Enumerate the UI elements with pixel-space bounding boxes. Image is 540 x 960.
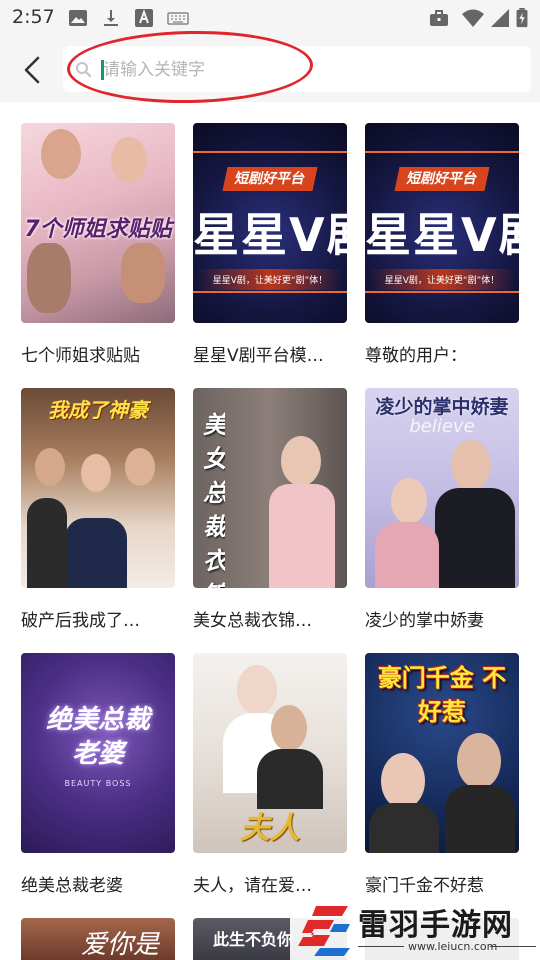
drama-poster: 短剧好平台 星星V剧 星星V剧，让美好更“剧”体！ xyxy=(365,123,519,323)
poster-title: 我成了神豪 xyxy=(48,398,148,422)
watermark-divider xyxy=(490,946,536,947)
poster-slogan: 星星V剧，让美好更“剧”体！ xyxy=(197,269,343,290)
drama-title: 豪门千金不好惹 xyxy=(365,876,484,896)
drama-poster: 夫人 xyxy=(193,653,347,853)
signal-icon xyxy=(491,9,509,27)
search-input[interactable] xyxy=(101,54,525,86)
drama-poster: 7个师姐求贴贴 xyxy=(21,123,175,323)
watermark-brand: 雷羽手游网 xyxy=(358,908,513,943)
drama-card[interactable]: 美女总裁 衣锦还乡 美女总裁衣锦… xyxy=(193,388,347,653)
chevron-left-icon xyxy=(24,56,40,84)
poster-title: 星星V剧 xyxy=(365,208,519,262)
font-icon xyxy=(135,9,153,27)
poster-title: 绝美总裁老婆 xyxy=(45,705,150,769)
poster-title: 此生不负你 xyxy=(213,930,294,949)
drama-title: 夫人，请在爱… xyxy=(193,876,312,896)
poster-badge: 短剧好平台 xyxy=(222,167,318,191)
drama-card[interactable]: 7个师姐求贴贴 七个师姐求贴贴 xyxy=(21,123,175,388)
poster-title: 爱你是 xyxy=(81,930,160,960)
drama-card[interactable]: 爱你是 xyxy=(21,918,175,960)
drama-poster: 凌少的掌中娇妻 believe xyxy=(365,388,519,588)
poster-title: 7个师姐求贴贴 xyxy=(24,217,172,242)
drama-title: 星星V剧平台模… xyxy=(193,346,324,366)
drama-card[interactable]: 短剧好平台 星星V剧 星星V剧，让美好更“剧”体！ 星星V剧平台模… xyxy=(193,123,347,388)
search-header xyxy=(0,36,540,102)
watermark-divider xyxy=(358,946,404,947)
drama-poster: 豪门千金 不好惹 xyxy=(365,653,519,853)
drama-card[interactable]: 短剧好平台 星星V剧 星星V剧，让美好更“剧”体！ 尊敬的用户： xyxy=(365,123,519,388)
drama-card[interactable]: 凌少的掌中娇妻 believe 凌少的掌中娇妻 xyxy=(365,388,519,653)
drama-poster: 短剧好平台 星星V剧 星星V剧，让美好更“剧”体！ xyxy=(193,123,347,323)
drama-card[interactable]: 我成了神豪 破产后我成了… xyxy=(21,388,175,653)
poster-title: 凌少的掌中娇妻 xyxy=(375,396,509,418)
site-watermark: 雷羽手游网 www.leiucn.com xyxy=(290,898,540,960)
status-bar: 2:57 xyxy=(0,0,540,36)
search-icon xyxy=(76,62,92,78)
search-box[interactable] xyxy=(63,46,531,92)
drama-title: 美女总裁衣锦… xyxy=(193,611,312,631)
drama-poster: 绝美总裁老婆 BEAUTY BOSS xyxy=(21,653,175,853)
poster-title: 豪门千金 不好惹 xyxy=(377,664,507,726)
poster-badge: 短剧好平台 xyxy=(394,167,490,191)
drama-card[interactable]: 豪门千金 不好惹 豪门千金不好惹 xyxy=(365,653,519,918)
back-button[interactable] xyxy=(14,50,50,90)
watermark-url: www.leiucn.com xyxy=(408,940,498,953)
drama-title: 尊敬的用户： xyxy=(365,346,467,366)
briefcase-icon xyxy=(430,10,448,26)
drama-card[interactable]: 夫人 夫人，请在爱… xyxy=(193,653,347,918)
drama-grid: 7个师姐求贴贴 七个师姐求贴贴 短剧好平台 星星V剧 星星V剧，让美好更“剧”体… xyxy=(21,123,521,918)
poster-subtitle: believe xyxy=(409,416,475,437)
brand-logo-icon xyxy=(298,906,350,956)
image-icon xyxy=(69,10,87,26)
poster-title: 星星V剧 xyxy=(193,208,347,262)
poster-title: 夫人 xyxy=(240,811,300,846)
poster-title: 美女总裁 衣锦还乡 xyxy=(203,411,225,588)
poster-slogan: 星星V剧，让美好更“剧”体！ xyxy=(369,269,515,290)
drama-poster: 我成了神豪 xyxy=(21,388,175,588)
drama-title: 破产后我成了… xyxy=(21,611,140,631)
drama-title: 绝美总裁老婆 xyxy=(21,876,123,896)
download-icon xyxy=(104,10,118,26)
poster-subtitle: BEAUTY BOSS xyxy=(64,779,132,788)
drama-poster: 美女总裁 衣锦还乡 xyxy=(193,388,347,588)
drama-title: 凌少的掌中娇妻 xyxy=(365,611,484,631)
drama-card[interactable]: 绝美总裁老婆 BEAUTY BOSS 绝美总裁老婆 xyxy=(21,653,175,918)
keyboard-icon xyxy=(167,12,189,25)
drama-title: 七个师姐求贴贴 xyxy=(21,346,140,366)
battery-icon xyxy=(516,8,528,28)
status-time: 2:57 xyxy=(12,6,55,28)
wifi-icon xyxy=(462,9,484,27)
